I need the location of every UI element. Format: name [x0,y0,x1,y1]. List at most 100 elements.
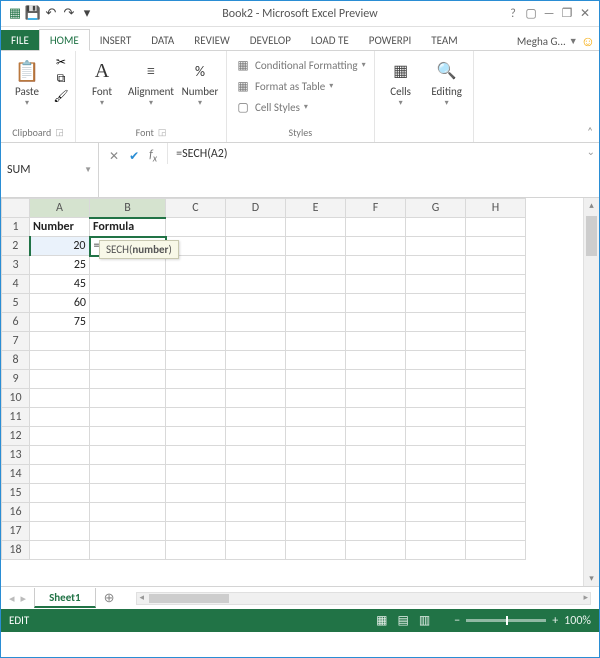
cell[interactable] [90,408,166,427]
cell[interactable] [90,332,166,351]
cell[interactable] [226,427,286,446]
cell[interactable] [166,408,226,427]
row-header[interactable]: 2 [2,237,30,256]
cell[interactable] [90,522,166,541]
cell[interactable] [90,484,166,503]
cell[interactable] [466,256,526,275]
cell[interactable] [30,541,90,560]
row-header[interactable]: 3 [2,256,30,275]
cell[interactable] [90,370,166,389]
sheet-tab-sheet1[interactable]: Sheet1 [34,588,96,608]
feedback-smiley-icon[interactable]: ☺ [581,33,595,50]
cell[interactable] [406,294,466,313]
cell[interactable] [286,541,346,560]
cell[interactable] [30,503,90,522]
cell[interactable] [166,522,226,541]
cell[interactable] [346,237,406,256]
cell[interactable] [406,465,466,484]
cell[interactable] [286,218,346,237]
cell[interactable] [226,370,286,389]
tab-data[interactable]: DATA [141,30,184,50]
cell[interactable] [406,370,466,389]
row-header[interactable]: 9 [2,370,30,389]
cell[interactable] [466,446,526,465]
row-header[interactable]: 13 [2,446,30,465]
cell[interactable] [466,427,526,446]
cell[interactable] [466,408,526,427]
cell[interactable] [406,332,466,351]
cell[interactable] [466,541,526,560]
normal-view-icon[interactable]: ▦ [376,613,387,628]
worksheet-grid[interactable]: A B C D E F G H 1NumberFormula220=SECH(A… [1,198,526,560]
tab-file[interactable]: FILE [1,30,39,50]
cell[interactable] [466,465,526,484]
cell[interactable] [166,446,226,465]
cell-styles-button[interactable]: ▢Cell Styles ▾ [233,99,368,115]
cell[interactable] [90,541,166,560]
dialog-launcher-icon[interactable]: ◲ [158,127,167,138]
col-header-f[interactable]: F [346,199,406,218]
copy-icon[interactable]: ⧉ [53,72,69,86]
vertical-scrollbar[interactable]: ▴ ▾ [583,198,599,586]
sheet-nav-prev-icon[interactable]: ◂ [9,592,15,605]
cell[interactable] [346,256,406,275]
qat-dropdown-icon[interactable]: ▾ [79,6,95,22]
cell[interactable] [166,484,226,503]
cell[interactable] [286,446,346,465]
cell[interactable] [286,408,346,427]
collapse-ribbon-icon[interactable]: ˄ [587,125,593,138]
cell[interactable] [406,256,466,275]
cell[interactable] [406,408,466,427]
cell[interactable] [286,522,346,541]
cell[interactable] [226,275,286,294]
cell[interactable]: Number [30,218,90,237]
cell[interactable] [466,294,526,313]
cell[interactable] [90,351,166,370]
cell[interactable] [166,389,226,408]
number-button[interactable]: % Number ▾ [180,55,220,108]
cell[interactable] [346,522,406,541]
cell[interactable] [90,465,166,484]
row-header[interactable]: 1 [2,218,30,237]
cell[interactable] [466,351,526,370]
cell[interactable] [90,256,166,275]
row-header[interactable]: 16 [2,503,30,522]
cell[interactable] [226,218,286,237]
cell[interactable] [406,275,466,294]
cell[interactable] [286,503,346,522]
cell[interactable] [466,218,526,237]
zoom-in-icon[interactable]: + [552,614,558,628]
cell[interactable] [226,484,286,503]
tab-develop[interactable]: DEVELOP [240,30,301,50]
cell[interactable] [346,313,406,332]
row-header[interactable]: 10 [2,389,30,408]
cell[interactable] [286,465,346,484]
page-layout-view-icon[interactable]: ▤ [398,613,409,628]
cell[interactable] [286,294,346,313]
cell[interactable] [166,332,226,351]
undo-icon[interactable]: ↶ [43,6,59,22]
cell[interactable] [346,389,406,408]
row-header[interactable]: 17 [2,522,30,541]
name-box[interactable]: SUM ▼ [1,143,99,197]
alignment-button[interactable]: ≡ Alignment ▾ [128,55,174,108]
cell[interactable] [346,484,406,503]
insert-function-icon[interactable]: fx [149,148,157,164]
cell[interactable] [226,446,286,465]
cell[interactable] [466,389,526,408]
zoom-control[interactable]: − + 100% [454,614,591,628]
cell[interactable] [30,389,90,408]
cell[interactable] [226,389,286,408]
cell[interactable] [30,351,90,370]
cell[interactable] [346,218,406,237]
cell[interactable] [346,446,406,465]
cell[interactable] [346,275,406,294]
cell[interactable] [90,503,166,522]
cell[interactable] [286,427,346,446]
cell[interactable] [346,541,406,560]
cell[interactable]: 60 [30,294,90,313]
page-break-view-icon[interactable]: ▥ [419,613,430,628]
cell[interactable] [226,332,286,351]
format-painter-icon[interactable]: 🖌 [53,89,69,103]
scroll-up-icon[interactable]: ▴ [584,200,599,211]
